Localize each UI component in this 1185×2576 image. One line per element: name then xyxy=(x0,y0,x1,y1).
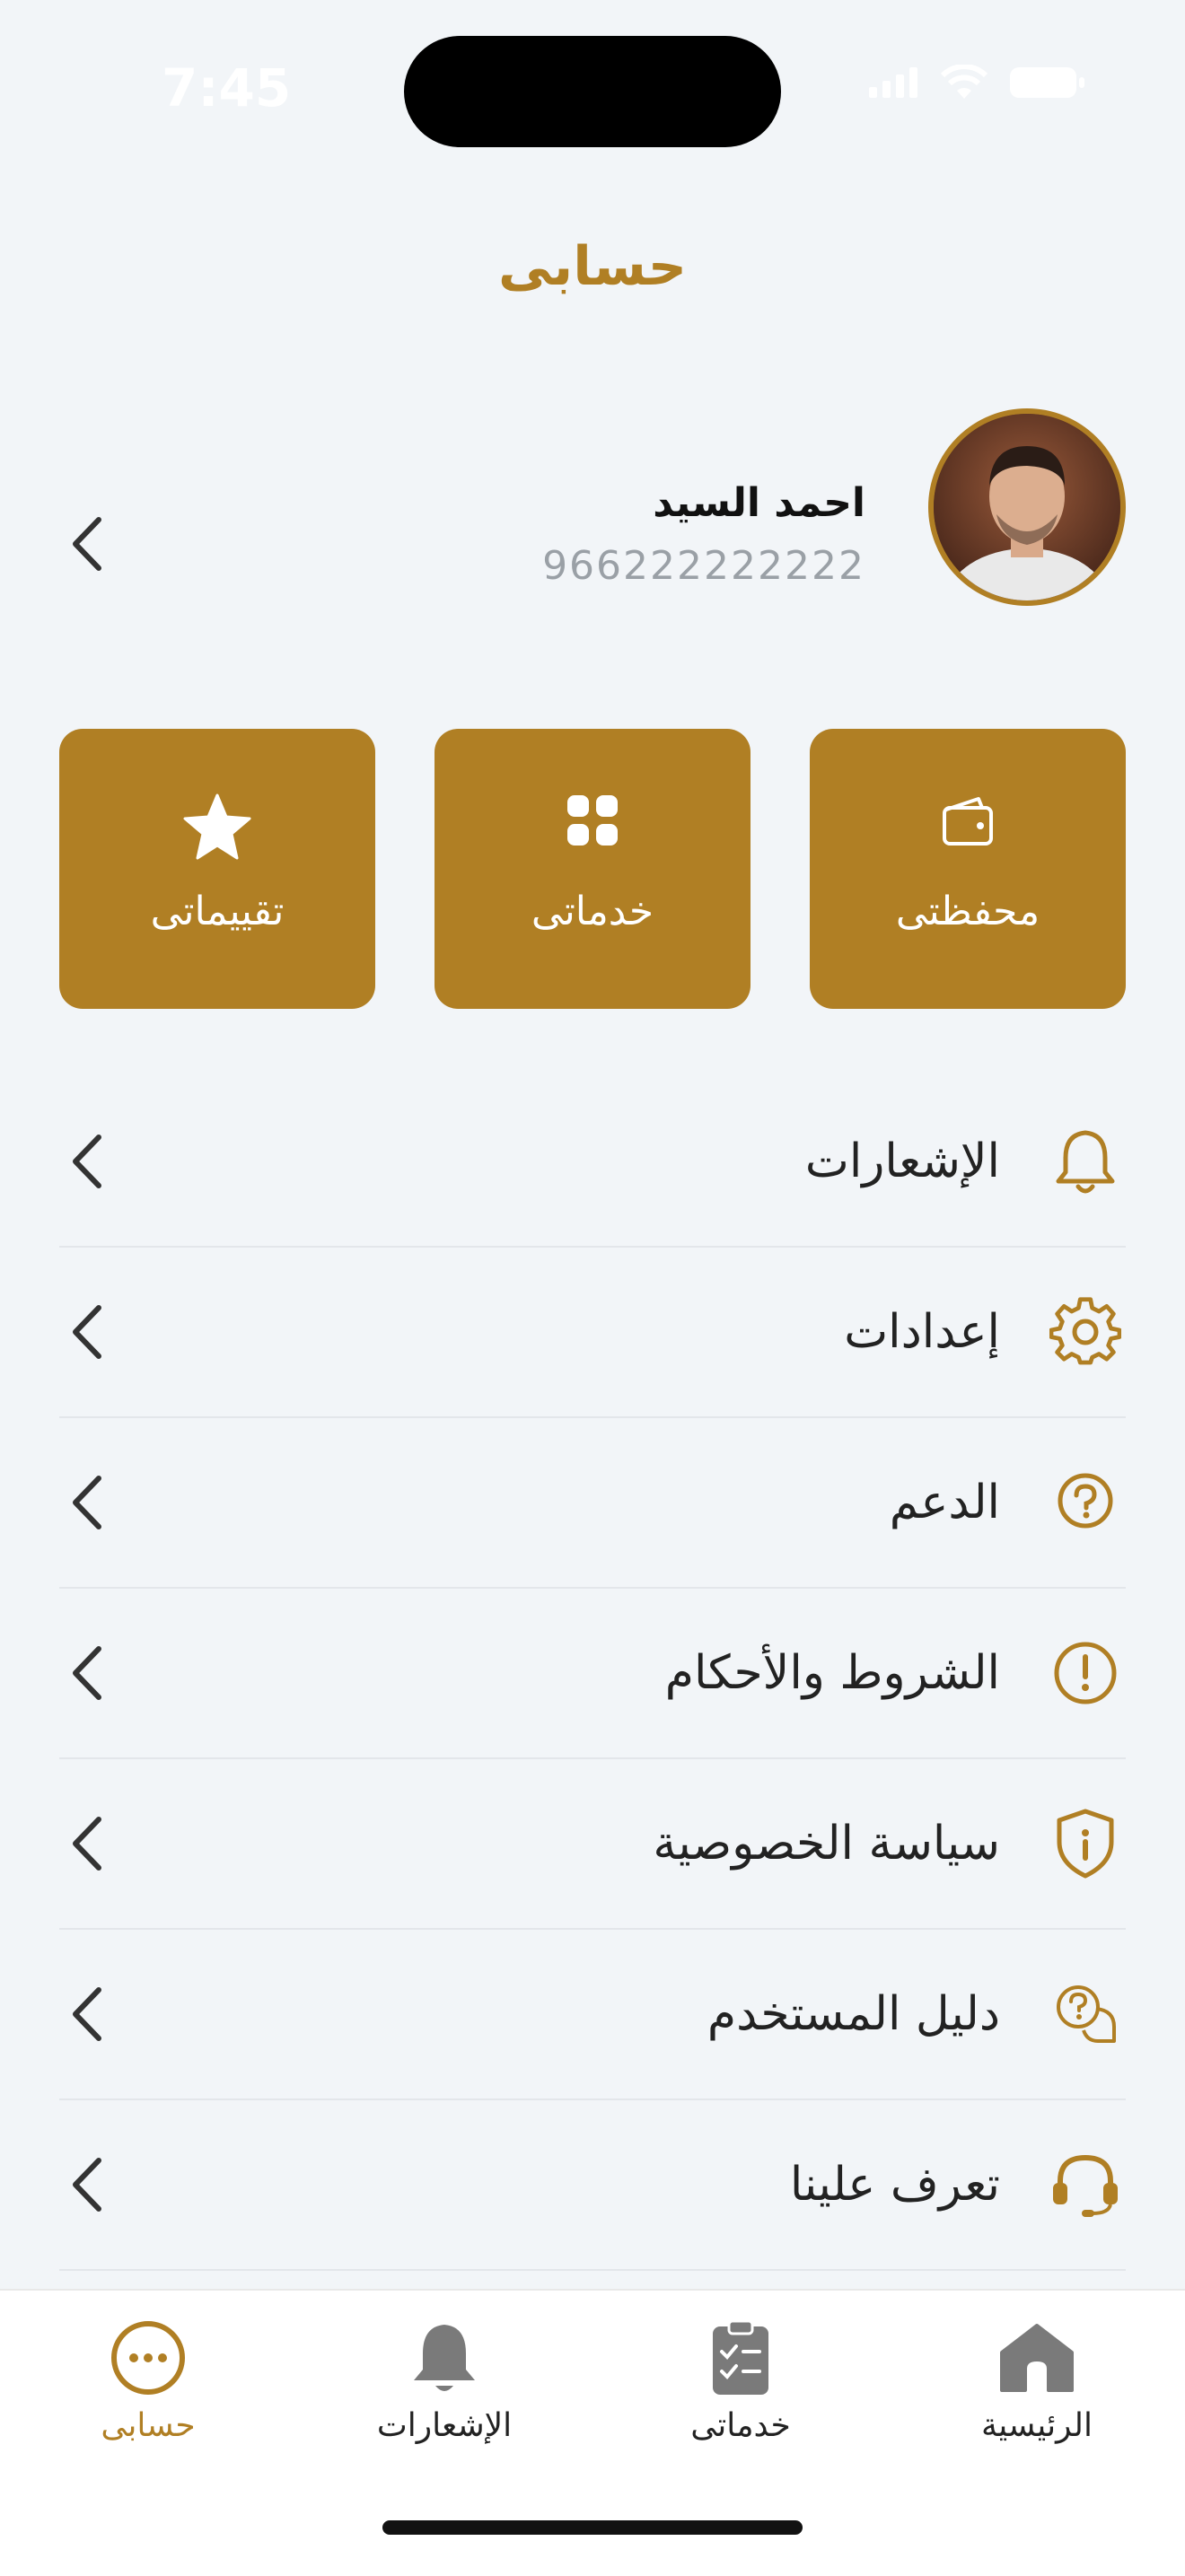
dynamic-island xyxy=(404,36,781,147)
signal-icon xyxy=(869,67,917,98)
battery-icon xyxy=(1010,67,1084,98)
guide-icon xyxy=(1057,1985,1116,2043)
user-phone: 966222222222 xyxy=(542,543,865,589)
status-time: 7:45 xyxy=(162,57,292,118)
profile-card[interactable]: احمد السيد 966222222222 xyxy=(59,408,1126,606)
status-bar: 7:45 xyxy=(0,0,1185,171)
my-ratings-label: تقييماتى xyxy=(150,889,285,934)
tab-my-services[interactable]: خدماتى xyxy=(624,2309,857,2479)
more-icon xyxy=(111,2321,185,2395)
menu-label: سياسة الخصوصية xyxy=(653,1817,1000,1871)
chevron-left-icon xyxy=(73,2158,101,2212)
avatar xyxy=(928,408,1126,606)
status-icons xyxy=(869,65,1086,101)
bell-icon xyxy=(1056,1130,1115,1194)
quick-actions: محفظتى خدماتى تقييماتى xyxy=(59,729,1126,1009)
headset-icon xyxy=(1053,2154,1118,2217)
menu-item-user-guide[interactable]: دليل المستخدم xyxy=(59,1930,1126,2100)
wallet-button[interactable]: محفظتى xyxy=(810,729,1126,1009)
menu-item-support[interactable]: الدعم xyxy=(59,1418,1126,1589)
my-services-label: خدماتى xyxy=(531,889,654,934)
clipboard-icon xyxy=(713,2319,768,2395)
menu-item-settings[interactable]: إعدادات xyxy=(59,1248,1126,1418)
help-icon xyxy=(1058,1473,1113,1529)
page-title: حسابى xyxy=(497,235,688,298)
tab-my-account[interactable]: حسابى xyxy=(31,2309,265,2479)
menu-label: الدعم xyxy=(889,1476,1000,1529)
chevron-left-icon[interactable] xyxy=(68,516,104,572)
tab-label: خدماتى xyxy=(690,2407,791,2444)
alert-icon xyxy=(1054,1642,1117,1704)
tab-label: الرئيسية xyxy=(981,2407,1093,2444)
menu-item-privacy[interactable]: سياسة الخصوصية xyxy=(59,1759,1126,1930)
grid-icon xyxy=(567,795,618,846)
wifi-icon xyxy=(940,65,988,99)
gear-icon xyxy=(1049,1297,1121,1365)
chevron-left-icon xyxy=(73,1817,101,1871)
chevron-left-icon xyxy=(73,1987,101,2041)
menu-label: دليل المستخدم xyxy=(707,1987,1000,2041)
menu-item-terms[interactable]: الشروط والأحكام xyxy=(59,1589,1126,1759)
chevron-left-icon xyxy=(73,1646,101,1700)
my-services-button[interactable]: خدماتى xyxy=(434,729,750,1009)
user-name: احمد السيد xyxy=(653,480,865,526)
bell-icon xyxy=(414,2325,475,2391)
shield-icon xyxy=(1057,1809,1114,1879)
menu-item-notifications[interactable]: الإشعارات xyxy=(59,1077,1126,1248)
menu-label: إعدادات xyxy=(844,1305,1000,1359)
tab-label: الإشعارات xyxy=(376,2407,513,2444)
menu-label: الإشعارات xyxy=(804,1135,1000,1188)
chevron-left-icon xyxy=(73,1305,101,1359)
wallet-icon xyxy=(943,797,993,846)
settings-menu: الإشعارات إعدادات الدعم الشروط والأحكام … xyxy=(59,1077,1126,2271)
menu-label: تعرف علينا xyxy=(789,2158,1000,2212)
chevron-left-icon xyxy=(73,1135,101,1188)
tab-label: حسابى xyxy=(101,2407,196,2444)
home-indicator xyxy=(382,2520,803,2535)
tab-notifications[interactable]: الإشعارات xyxy=(328,2309,561,2479)
avatar-photo xyxy=(934,414,1120,600)
my-ratings-button[interactable]: تقييماتى xyxy=(59,729,375,1009)
wallet-label: محفظتى xyxy=(895,889,1040,934)
chevron-left-icon xyxy=(73,1476,101,1529)
menu-item-about[interactable]: تعرف علينا xyxy=(59,2100,1126,2271)
menu-label: الشروط والأحكام xyxy=(664,1646,1000,1700)
tab-home[interactable]: الرئيسية xyxy=(920,2309,1154,2479)
home-icon xyxy=(1000,2324,1074,2392)
star-icon xyxy=(183,793,251,860)
